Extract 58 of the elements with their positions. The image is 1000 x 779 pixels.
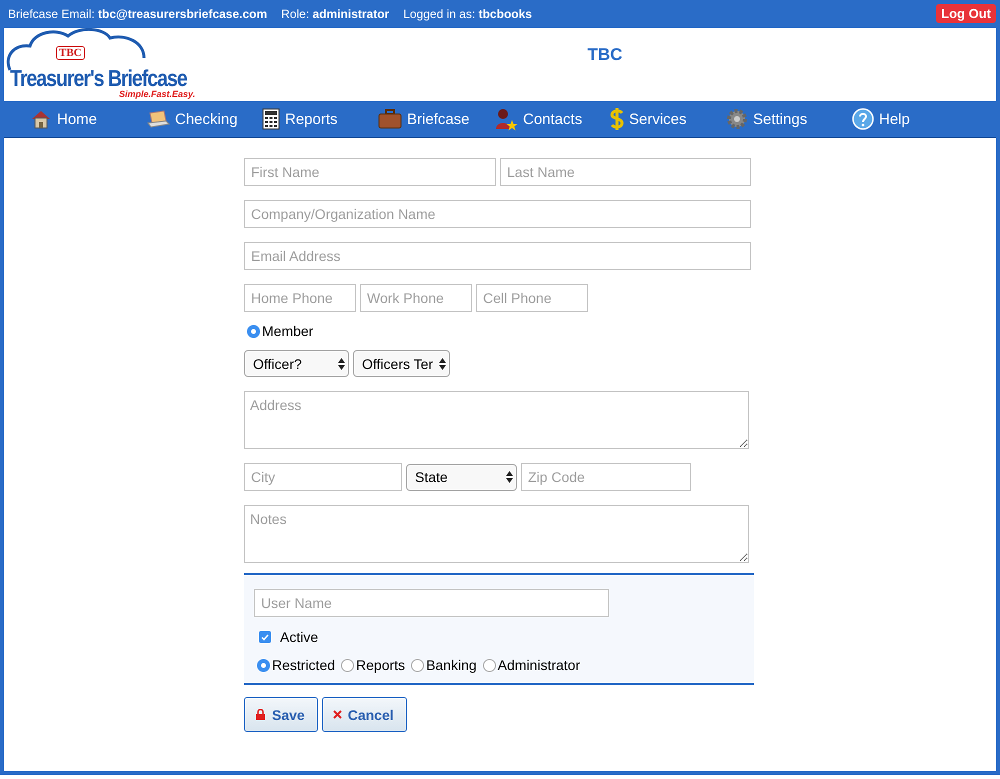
dollar-icon [610,107,624,131]
text-area[interactable]: Notes [244,505,749,563]
updown-arrow-icon [506,471,513,483]
lock-icon [255,709,266,720]
dropdown[interactable]: State [406,464,517,490]
radio-button[interactable] [411,658,424,672]
nav-link[interactable]: Contacts [494,107,610,131]
dropdown[interactable]: Officer? [244,350,349,377]
input-field[interactable]: Zip Code [521,463,691,491]
text-area[interactable]: Address [244,391,749,449]
input-field[interactable]: User Name [254,589,609,617]
input-field[interactable]: City [244,463,402,491]
nav-link[interactable]: Briefcase [378,109,494,129]
session-info: Role: administrator [281,6,390,20]
laptop-icon [146,109,170,129]
nav-link[interactable]: Services [610,107,726,131]
updown-arrow-icon [338,358,345,370]
nav-link[interactable]: Help [852,108,968,130]
logo-tagline: Simple.Fast.Easy. [119,89,196,99]
logo-badge: TBC [56,46,85,60]
logout-button[interactable]: Log Out [936,4,996,23]
input-field[interactable]: Work Phone [360,284,472,312]
radio-button[interactable] [257,658,270,672]
form-button[interactable]: Cancel [322,697,407,732]
nav-link[interactable]: Checking [146,109,262,129]
radio-option[interactable]: Administrator [482,657,580,673]
radio-button[interactable] [341,658,354,672]
updown-arrow-icon [439,358,446,370]
dropdown[interactable]: Officers Ter [353,350,450,377]
page-title: TBC [588,45,622,64]
radio-button[interactable] [247,324,260,338]
input-field[interactable]: First Name [244,158,496,186]
close-icon [332,710,342,719]
input-field[interactable]: Last Name [500,158,751,186]
input-field[interactable]: Company/Organization Name [244,200,751,228]
briefcase-icon [378,109,402,129]
form-button[interactable]: Save [244,697,318,732]
checkbox[interactable] [259,631,271,643]
nav-link[interactable]: Home [30,108,146,130]
logo-name: Treasurer's Briefcase [10,65,187,91]
radio-option[interactable]: Reports [341,657,406,673]
radio-option[interactable]: Banking [411,657,477,673]
calculator-icon [262,108,280,130]
radio-option[interactable]: Restricted [257,657,336,673]
input-field[interactable]: Cell Phone [476,284,588,312]
person-icon [494,107,518,131]
session-info: Briefcase Email: tbc@treasurersbriefcase.com [8,6,268,20]
session-info: Logged in as: tbcbooks [403,6,532,20]
gear-icon [726,108,748,130]
house-icon [30,108,52,130]
nav-link[interactable]: Reports [262,108,378,130]
radio-button[interactable] [482,658,496,672]
help-icon [852,108,874,130]
input-field[interactable]: Home Phone [244,284,356,312]
checkbox-option[interactable]: Active [259,629,744,645]
nav-link[interactable]: Settings [726,108,852,130]
radio-option[interactable]: Member [247,323,314,339]
input-field[interactable]: Email Address [244,242,751,270]
